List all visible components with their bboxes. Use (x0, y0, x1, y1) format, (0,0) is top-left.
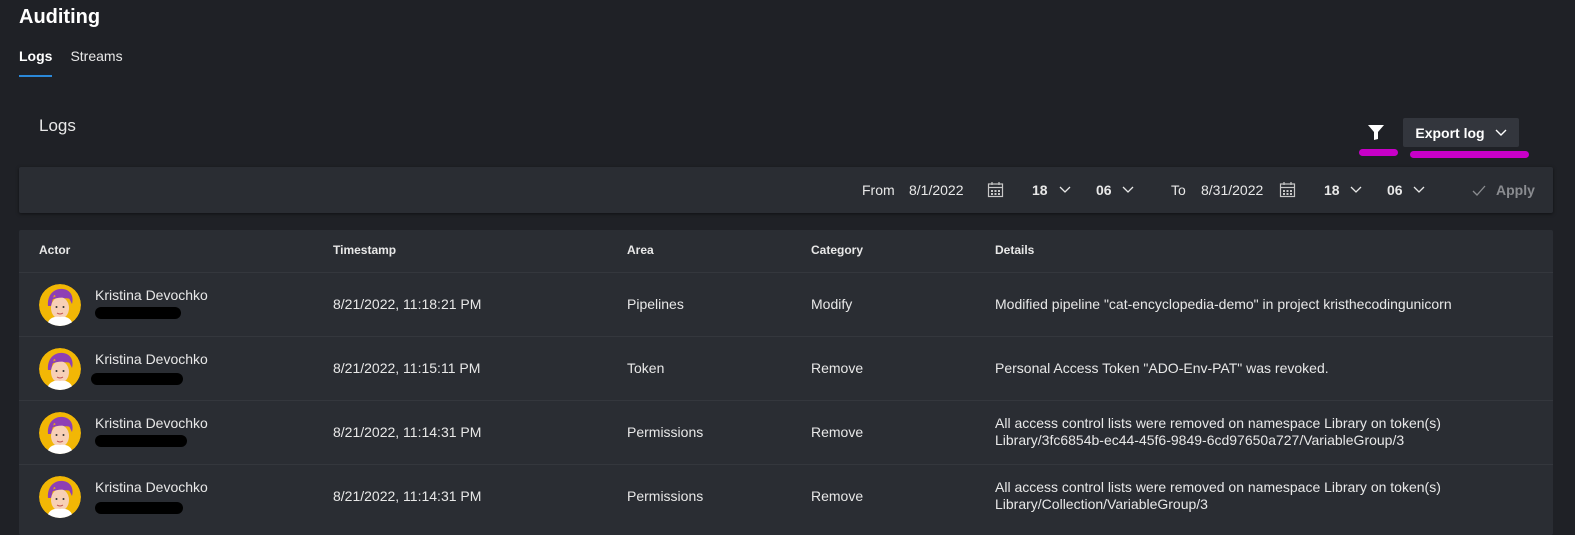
redacted-email (95, 307, 181, 319)
tab-bar: Logs Streams (19, 48, 141, 77)
to-label: To (1171, 182, 1186, 198)
actor-name: Kristina Devochko (95, 415, 208, 431)
date-filter-bar: From 8/1/2022 18 06 To 8/31/2022 18 06 A… (19, 167, 1553, 213)
section-title: Logs (39, 116, 76, 135)
category-cell: Modify (811, 296, 853, 312)
from-hour-select[interactable]: 18 (1032, 182, 1048, 198)
chevron-down-icon (1495, 129, 1507, 136)
checkmark-icon (1472, 185, 1486, 196)
filter-icon (1368, 124, 1384, 140)
column-header-timestamp[interactable]: Timestamp (333, 243, 396, 257)
filter-button[interactable] (1362, 120, 1390, 144)
avatar (39, 348, 81, 390)
area-cell: Permissions (627, 488, 704, 504)
category-cell: Remove (811, 424, 864, 440)
details-line: Library/3fc6854b-ec44-45f6-9849-6cd97650… (995, 432, 1405, 448)
details-line: All access control lists were removed on… (995, 415, 1441, 431)
annotation-mark-filter (1359, 149, 1398, 156)
redacted-email (91, 373, 183, 385)
export-log-button[interactable]: Export log (1403, 118, 1519, 147)
actor-name: Kristina Devochko (95, 351, 208, 367)
page-title: Auditing (19, 6, 101, 28)
details-cell: Personal Access Token "ADO-Env-PAT" was … (995, 360, 1329, 376)
table-row[interactable]: Kristina Devochko 8/21/2022, 11:15:11 PM… (19, 336, 1553, 401)
details-cell: All access control lists were removed on… (995, 479, 1441, 513)
from-minute-select[interactable]: 06 (1096, 182, 1112, 198)
annotation-mark-export (1410, 151, 1529, 158)
table-row[interactable]: Kristina Devochko 8/21/2022, 11:14:31 PM… (19, 400, 1553, 465)
calendar-icon[interactable] (1279, 181, 1296, 198)
details-line: All access control lists were removed on… (995, 479, 1441, 495)
timestamp-cell: 8/21/2022, 11:15:11 PM (333, 360, 481, 376)
category-cell: Remove (811, 488, 864, 504)
to-minute-select[interactable]: 06 (1387, 182, 1403, 198)
actor-name: Kristina Devochko (95, 287, 208, 303)
area-cell: Token (627, 360, 665, 376)
table-row[interactable]: Kristina Devochko 8/21/2022, 11:14:31 PM… (19, 464, 1553, 529)
chevron-down-icon[interactable] (1122, 186, 1134, 194)
details-line: Library/Collection/VariableGroup/3 (995, 496, 1208, 512)
column-header-details[interactable]: Details (995, 243, 1034, 257)
table-row[interactable]: Kristina Devochko 8/21/2022, 11:18:21 PM… (19, 272, 1553, 337)
timestamp-cell: 8/21/2022, 11:14:31 PM (333, 424, 482, 440)
timestamp-cell: 8/21/2022, 11:14:31 PM (333, 488, 482, 504)
avatar (39, 412, 81, 454)
avatar (39, 284, 81, 326)
area-cell: Permissions (627, 424, 704, 440)
column-header-actor[interactable]: Actor (39, 243, 70, 257)
avatar (39, 476, 81, 518)
redacted-email (95, 502, 183, 514)
audit-log-table: Actor Timestamp Area Category Details Kr… (19, 230, 1553, 535)
chevron-down-icon[interactable] (1350, 186, 1362, 194)
from-date-input[interactable]: 8/1/2022 (909, 182, 964, 198)
chevron-down-icon[interactable] (1413, 186, 1425, 194)
from-label: From (862, 182, 895, 198)
tab-logs[interactable]: Logs (19, 48, 53, 77)
timestamp-cell: 8/21/2022, 11:18:21 PM (333, 296, 482, 312)
to-hour-select[interactable]: 18 (1324, 182, 1340, 198)
to-date-input[interactable]: 8/31/2022 (1201, 182, 1263, 198)
area-cell: Pipelines (627, 296, 684, 312)
details-cell: All access control lists were removed on… (995, 415, 1441, 449)
column-header-category[interactable]: Category (811, 243, 863, 257)
category-cell: Remove (811, 360, 864, 376)
export-log-label: Export log (1415, 124, 1485, 141)
tab-streams[interactable]: Streams (70, 48, 122, 76)
calendar-icon[interactable] (987, 181, 1004, 198)
chevron-down-icon[interactable] (1059, 186, 1071, 194)
column-header-area[interactable]: Area (627, 243, 654, 257)
apply-button[interactable]: Apply (1496, 182, 1535, 198)
actor-name: Kristina Devochko (95, 479, 208, 495)
redacted-email (95, 435, 187, 447)
details-cell: Modified pipeline "cat-encyclopedia-demo… (995, 296, 1452, 312)
